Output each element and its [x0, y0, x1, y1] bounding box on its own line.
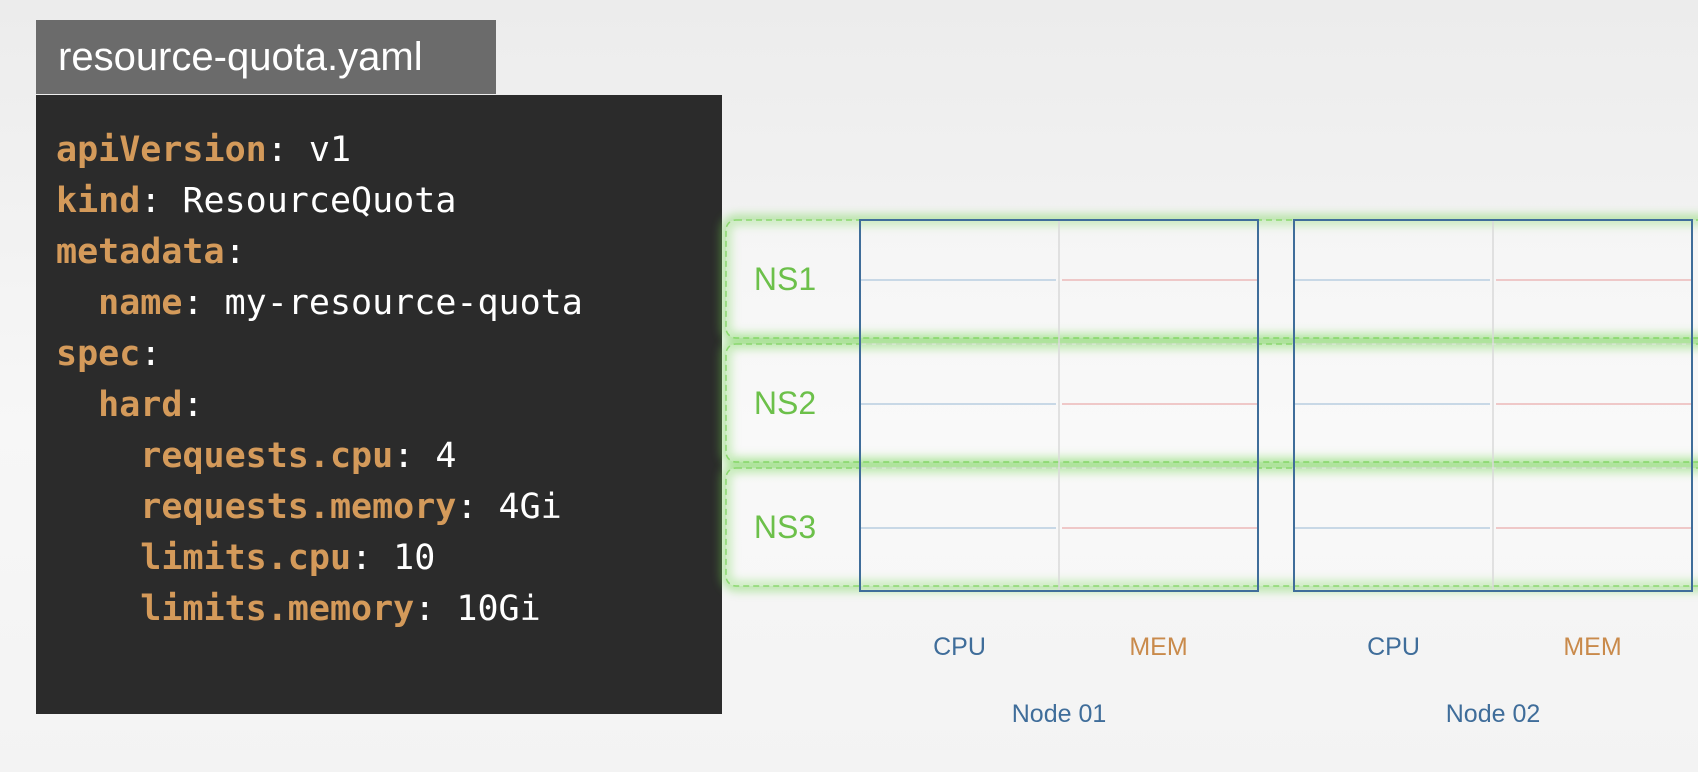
cpu-label: CPU: [933, 633, 986, 661]
namespace-band: [725, 467, 1698, 587]
node-name-label: Node 01: [1012, 700, 1107, 728]
namespace-label: NS3: [754, 509, 816, 545]
namespace-band: [725, 219, 1698, 339]
namespace-label: NS1: [754, 261, 816, 297]
namespace-highlights: [721, 215, 1698, 591]
mem-label: MEM: [1563, 633, 1621, 661]
mem-label: MEM: [1129, 633, 1187, 661]
namespace-node-diagram: NS1 NS2 NS3 CPU MEM Node 01 CPU MEM Node 02: [721, 215, 1698, 728]
namespace-band: [725, 343, 1698, 463]
namespace-label: NS2: [754, 385, 816, 421]
node-name-label: Node 02: [1446, 700, 1541, 728]
resource-labels: CPU MEM Node 01 CPU MEM Node 02: [933, 633, 1622, 728]
cpu-label: CPU: [1367, 633, 1420, 661]
